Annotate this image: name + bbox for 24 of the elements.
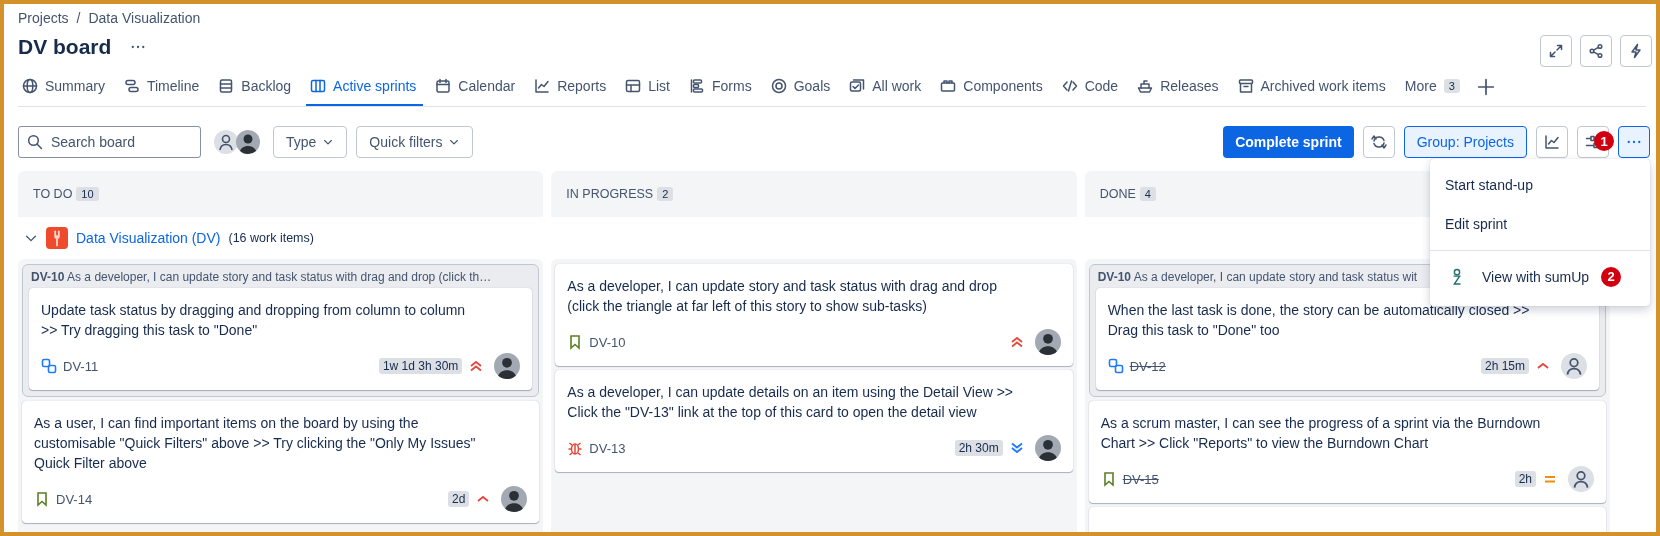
- card-summary: As a user, I can find important items on the board by using the customisable "Quick Filters" above >> Try clicking the "Only My Issues" Quick Filter above: [34, 414, 477, 473]
- step-badge: 2: [1601, 266, 1622, 287]
- board-title: DV board: [18, 35, 112, 59]
- time-estimate: 2h 15m: [1480, 358, 1529, 374]
- card-summary: When the last task is done, the story can be automatically closed >> Drag this task to "Done" too: [1107, 301, 1531, 340]
- issue-count: 4: [1139, 187, 1156, 201]
- time-estimate: 2h 30m: [954, 440, 1003, 456]
- parent-summary: DV-10 As a developer, I can update story and task status wit: [1096, 269, 1418, 286]
- time-estimate: 1w 1d 3h 30m: [378, 358, 463, 374]
- card-summary: As a scrum master, I can see the progress of a sprint via the Burndown Chart >> Click "Reports" to view the Burndown Chart: [1100, 414, 1542, 453]
- parent-summary: DV-10 As a developer, I can update story and task status with drag and drop (click th…: [30, 269, 492, 286]
- work-item-count: (16 work items): [228, 231, 314, 245]
- column-title: TO DO: [33, 187, 73, 201]
- card-summary: As a developer, I can update details on an item using the Detail View >> Click the "DV-13" link at the top of this card to open the detail view: [567, 383, 1015, 422]
- issue-count: 2: [657, 187, 674, 201]
- column-title: DONE: [1099, 187, 1136, 201]
- time-estimate: 2h: [1514, 471, 1536, 487]
- time-estimate: 2d: [447, 491, 470, 507]
- breadcrumb-separator: /: [76, 10, 81, 26]
- card-summary: As a developer, I can update story and task status with drag and drop (click the triangle at far left of this story to show sub-tasks): [567, 277, 998, 316]
- card-summary: Update task status by dragging and dropping from column to column >> Try dragging this task to "Done": [41, 301, 467, 340]
- step-badge: 1: [1594, 131, 1614, 151]
- issue-count: 10: [76, 187, 99, 201]
- column-title: IN PROGRESS: [566, 187, 654, 201]
